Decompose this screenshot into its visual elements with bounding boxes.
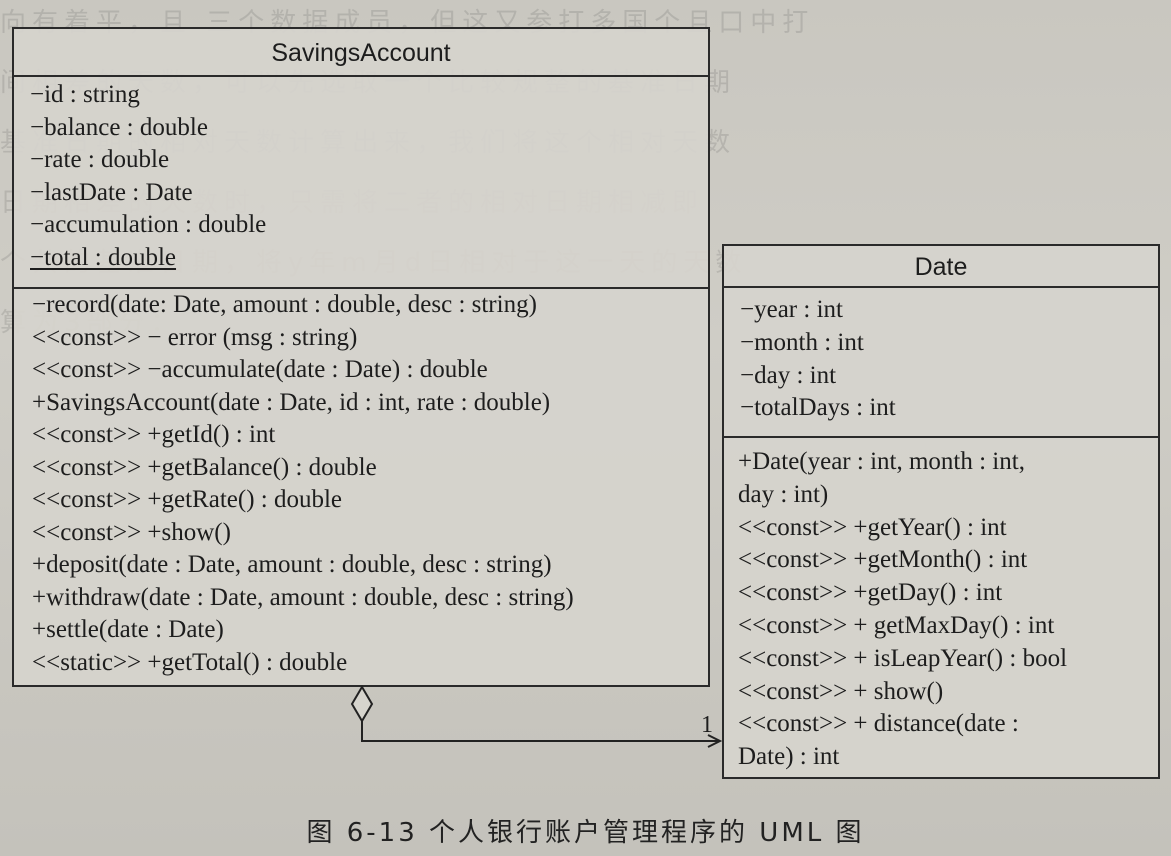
aggregation-connector bbox=[350, 685, 723, 748]
association-line bbox=[361, 721, 720, 742]
multiplicity-label: 1 bbox=[701, 712, 713, 738]
aggregation-diamond-icon bbox=[350, 685, 374, 723]
figure-caption: 图 6-13 个人银行账户管理程序的 UML 图 bbox=[306, 818, 865, 848]
